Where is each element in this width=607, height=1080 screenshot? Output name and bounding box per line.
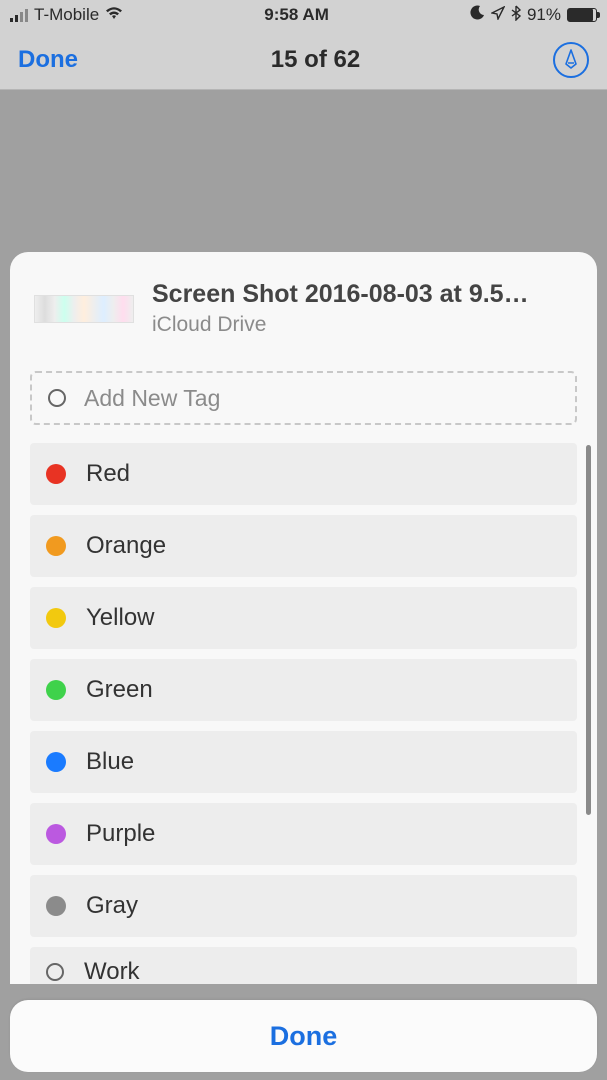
wifi-icon	[105, 5, 123, 25]
tag-label: Red	[86, 460, 130, 488]
tag-modal: Screen Shot 2016-08-03 at 9.54.... iClou…	[10, 252, 597, 984]
tag-label: Blue	[86, 748, 134, 776]
status-time: 9:58 AM	[264, 5, 329, 25]
file-name: Screen Shot 2016-08-03 at 9.54....	[152, 280, 532, 309]
page-counter: 15 of 62	[271, 46, 360, 74]
battery-icon	[567, 8, 597, 22]
tag-color-dot	[46, 464, 66, 484]
tag-label: Gray	[86, 892, 138, 920]
markup-pen-icon	[562, 49, 580, 71]
nav-bar: Done 15 of 62	[0, 30, 607, 90]
tag-color-dot	[46, 752, 66, 772]
tag-label: Work	[84, 958, 140, 984]
status-right: 91%	[470, 5, 597, 26]
carrier-label: T-Mobile	[34, 5, 99, 25]
tag-row-red[interactable]: Red	[30, 443, 577, 505]
tag-color-dot	[46, 608, 66, 628]
tag-label: Green	[86, 676, 153, 704]
tag-color-dot	[46, 896, 66, 916]
file-location: iCloud Drive	[152, 313, 532, 337]
tag-row-orange[interactable]: Orange	[30, 515, 577, 577]
tag-color-dot	[46, 680, 66, 700]
add-tag-input[interactable]: Add New Tag	[30, 371, 577, 425]
do-not-disturb-icon	[470, 5, 485, 25]
file-header: Screen Shot 2016-08-03 at 9.54.... iClou…	[30, 280, 577, 337]
tag-row-work[interactable]: Work	[30, 947, 577, 984]
status-left: T-Mobile	[10, 5, 123, 25]
tag-row-gray[interactable]: Gray	[30, 875, 577, 937]
tag-row-green[interactable]: Green	[30, 659, 577, 721]
tag-list: Red Orange Yellow Green Blue Purple Gray Work	[30, 443, 577, 984]
bluetooth-icon	[511, 5, 521, 26]
location-icon	[491, 5, 505, 25]
tag-label: Purple	[86, 820, 155, 848]
tag-label: Yellow	[86, 604, 155, 632]
add-tag-placeholder: Add New Tag	[84, 385, 220, 412]
done-bar[interactable]: Done	[10, 1000, 597, 1072]
add-tag-circle-icon	[48, 389, 66, 407]
done-button-label: Done	[270, 1021, 338, 1052]
file-thumbnail	[34, 295, 134, 323]
markup-button[interactable]	[553, 42, 589, 78]
nav-done-button[interactable]: Done	[18, 46, 78, 74]
battery-pct: 91%	[527, 5, 561, 25]
tag-row-blue[interactable]: Blue	[30, 731, 577, 793]
tag-row-yellow[interactable]: Yellow	[30, 587, 577, 649]
tag-circle-icon	[46, 963, 64, 981]
scroll-indicator	[586, 445, 591, 815]
tag-color-dot	[46, 536, 66, 556]
tag-color-dot	[46, 824, 66, 844]
tag-row-purple[interactable]: Purple	[30, 803, 577, 865]
signal-icon	[10, 8, 28, 22]
tag-label: Orange	[86, 532, 166, 560]
status-bar: T-Mobile 9:58 AM 91%	[0, 0, 607, 30]
